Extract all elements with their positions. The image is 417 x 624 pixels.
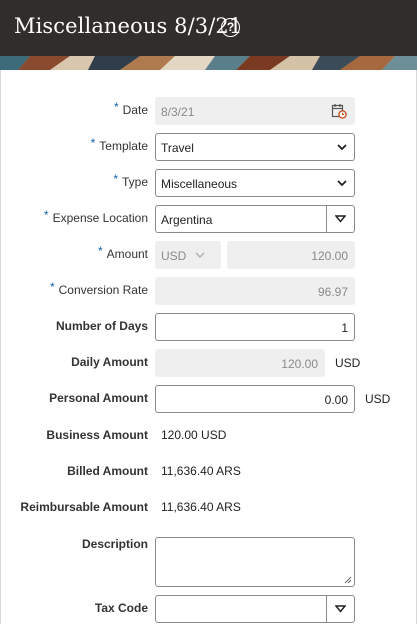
template-label: * Template: [90, 136, 148, 153]
number-of-days-value: 1: [341, 321, 348, 335]
chevron-down-icon: [337, 144, 347, 151]
personal-amount-value: 0.00: [324, 393, 348, 407]
amount-value: 120.00: [311, 249, 348, 263]
tax-code-dropdown-button[interactable]: [326, 596, 354, 622]
expense-location-dropdown-button[interactable]: [326, 206, 354, 232]
daily-amount-field[interactable]: 120.00: [155, 349, 325, 377]
conversion-rate-value: 96.97: [317, 285, 348, 299]
calendar-icon[interactable]: [331, 103, 347, 119]
personal-amount-label: Personal Amount: [49, 391, 148, 405]
resize-handle-icon[interactable]: [344, 576, 352, 584]
help-icon[interactable]: ?: [221, 18, 240, 37]
daily-amount-value: 120.00: [281, 357, 318, 371]
number-of-days-label: Number of Days: [55, 319, 148, 333]
type-value: Miscellaneous: [161, 177, 238, 191]
billed-amount-value: 11,636.40 ARS: [161, 464, 241, 478]
type-label: * Type: [113, 172, 148, 189]
date-value: 8/3/21: [161, 105, 195, 119]
decorative-banner: [0, 56, 417, 70]
tax-code-label: Tax Code: [94, 601, 148, 615]
template-select[interactable]: Travel: [155, 133, 355, 161]
type-select[interactable]: Miscellaneous: [155, 169, 355, 197]
business-amount-value: 120.00 USD: [161, 428, 227, 442]
expense-location-combobox[interactable]: Argentina: [155, 205, 355, 233]
personal-amount-field[interactable]: 0.00: [155, 385, 355, 413]
amount-label: * Amount: [97, 244, 148, 261]
triangle-down-icon: [335, 215, 346, 223]
expense-location-label: * Expense Location: [43, 208, 148, 225]
conversion-rate-label: * Conversion Rate: [49, 280, 148, 297]
page-title: Miscellaneous 8/3/21: [14, 14, 243, 38]
description-label: Description: [81, 537, 148, 551]
personal-amount-unit: USD: [365, 392, 391, 406]
chevron-down-icon: [337, 180, 347, 187]
amount-currency-value: USD: [161, 249, 187, 263]
billed-amount-label: Billed Amount: [67, 464, 148, 478]
reimbursable-amount-value: 11,636.40 ARS: [161, 500, 241, 514]
date-field[interactable]: 8/3/21: [155, 97, 355, 125]
amount-field[interactable]: 120.00: [227, 241, 355, 269]
reimbursable-amount-label: Reimbursable Amount: [20, 500, 148, 514]
expense-location-value: Argentina: [161, 213, 213, 227]
template-value: Travel: [161, 141, 194, 155]
daily-amount-label: Daily Amount: [71, 355, 148, 369]
page-header: Miscellaneous 8/3/21 ?: [0, 0, 417, 56]
business-amount-label: Business Amount: [46, 428, 148, 442]
tax-code-combobox[interactable]: [155, 595, 355, 623]
number-of-days-field[interactable]: 1: [155, 313, 355, 341]
triangle-down-icon: [335, 605, 346, 613]
conversion-rate-field[interactable]: 96.97: [155, 277, 355, 305]
amount-currency-select[interactable]: USD: [155, 241, 221, 269]
description-textarea[interactable]: [155, 537, 355, 587]
chevron-down-icon: [195, 252, 205, 258]
date-label: * Date: [113, 100, 148, 117]
daily-amount-unit: USD: [335, 356, 361, 370]
